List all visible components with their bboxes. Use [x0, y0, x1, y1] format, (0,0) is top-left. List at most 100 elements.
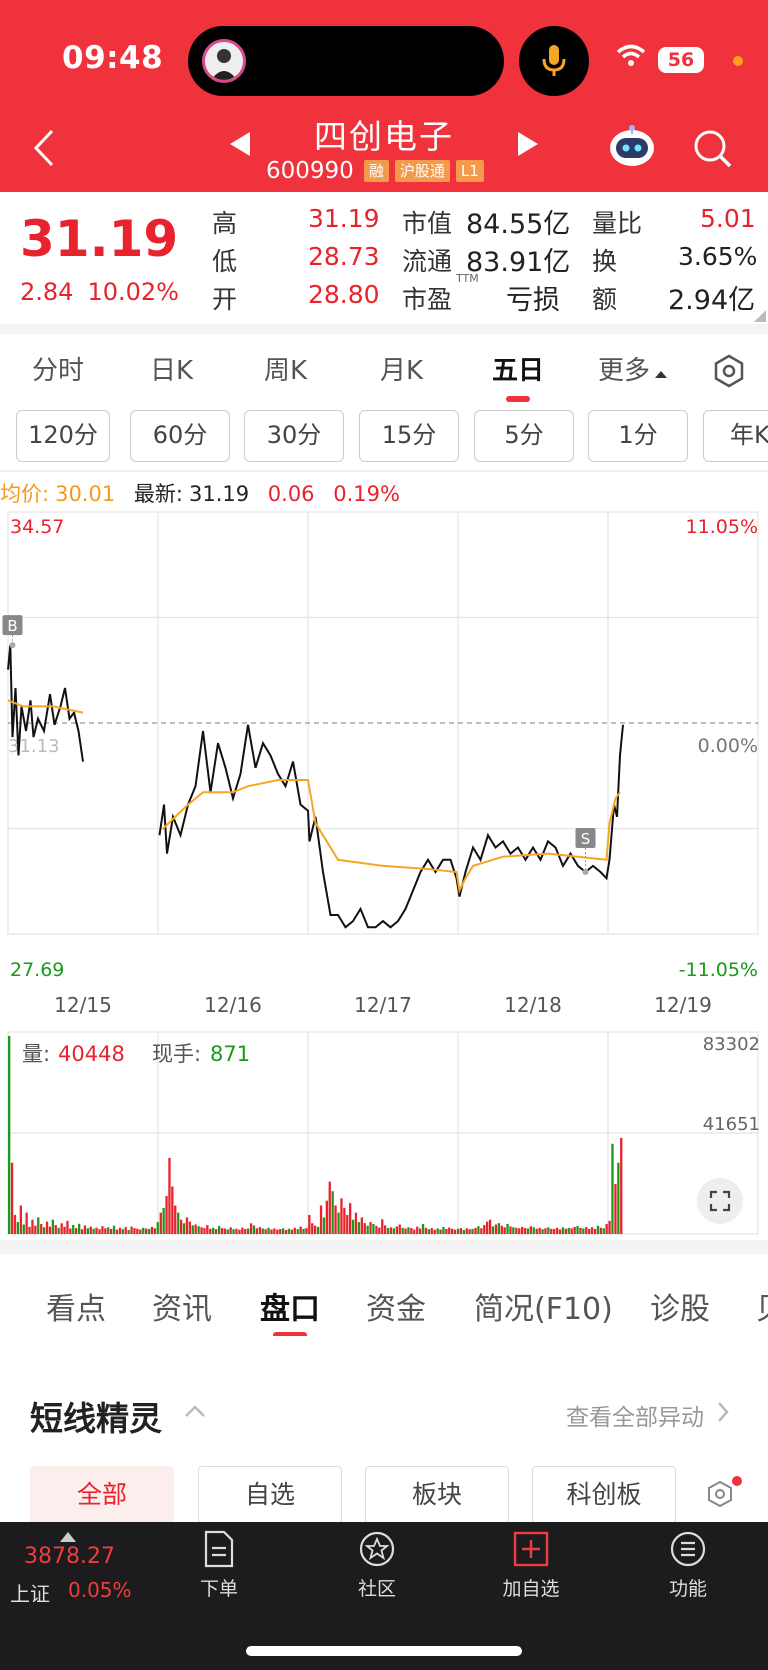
volume-bar: [523, 1228, 527, 1234]
menu-icon: [670, 1531, 706, 1567]
tab-1min[interactable]: 1分: [588, 410, 688, 462]
volume-bar: [255, 1228, 258, 1234]
tab-60min[interactable]: 60分: [130, 410, 230, 462]
volume-bar: [112, 1225, 116, 1234]
see-all-link[interactable]: 查看全部异动: [566, 1398, 704, 1432]
index-value[interactable]: 3878.27: [24, 1544, 115, 1569]
tab-five-day[interactable]: 五日: [492, 350, 544, 387]
volume-bar: [258, 1227, 261, 1234]
tab-order-book[interactable]: 盘口: [260, 1284, 320, 1328]
filter-watchlist[interactable]: 自选: [198, 1466, 342, 1522]
volume-bar: [386, 1228, 390, 1234]
filter-all[interactable]: 全部: [30, 1466, 174, 1522]
nav-add-watchlist[interactable]: 加自选: [486, 1530, 576, 1601]
tab-yearly-k[interactable]: 年K: [703, 410, 768, 462]
volume-bar: [121, 1229, 124, 1234]
volume-bar: [360, 1217, 363, 1234]
nav-functions[interactable]: 功能: [643, 1530, 733, 1601]
five-day-price-chart[interactable]: 34.57 27.69 11.05% -11.05% 0.00% 31.13 1…: [0, 508, 768, 1028]
volume-bar: [145, 1228, 148, 1234]
volume-bar: [185, 1217, 189, 1234]
volume-bar: [561, 1227, 565, 1234]
avatar[interactable]: [202, 39, 246, 83]
tab-15min[interactable]: 15分: [359, 410, 459, 462]
volume-bar: [343, 1207, 346, 1234]
x-tick-label: 12/15: [54, 993, 112, 1017]
volume-bar: [532, 1227, 535, 1234]
volume-bar: [150, 1226, 154, 1234]
x-tick-label: 12/16: [204, 993, 262, 1017]
tab-fund-flow[interactable]: 资金: [366, 1284, 426, 1328]
volume-bar: [596, 1225, 600, 1234]
filter-star-market[interactable]: 科创板: [532, 1466, 676, 1522]
volume-bar: [453, 1229, 457, 1234]
volume-bar: [247, 1228, 250, 1234]
tab-weekly-k[interactable]: 周K: [264, 350, 307, 387]
caret-up-icon: [655, 371, 668, 378]
mic-button[interactable]: [519, 26, 589, 96]
tab-highlights[interactable]: 看点: [46, 1284, 106, 1328]
volume-bar: [206, 1225, 209, 1234]
nav-add-watchlist-label: 加自选: [502, 1578, 560, 1600]
tab-daily-k[interactable]: 日K: [150, 350, 193, 387]
tab-profile[interactable]: 简况(F10): [474, 1284, 613, 1328]
mic-icon: [542, 45, 566, 76]
fullscreen-button[interactable]: [697, 1178, 743, 1224]
volume-bar: [576, 1225, 579, 1234]
volume-bar: [331, 1191, 334, 1234]
tab-120min[interactable]: 120分: [16, 410, 110, 462]
volume-bar: [40, 1224, 43, 1234]
chevron-up-icon[interactable]: [184, 1404, 206, 1418]
volume-chart[interactable]: 量: 40448 现手: 871 83302 41651: [0, 1028, 768, 1238]
volume-bar: [270, 1229, 273, 1234]
volume-bar: [550, 1228, 553, 1234]
amount-label: 额: [592, 285, 618, 314]
volume-bar: [468, 1229, 471, 1234]
volume-bar: [226, 1229, 229, 1234]
volume-bar: [217, 1225, 221, 1234]
volume-bar: [214, 1229, 218, 1234]
volume-bar: [92, 1228, 95, 1234]
tab-overflow[interactable]: 贝: [756, 1284, 768, 1328]
volume-bar: [588, 1228, 591, 1234]
volume-bar: [512, 1227, 515, 1234]
volume-bar: [506, 1224, 509, 1234]
volume-bar: [544, 1228, 547, 1234]
volume-bar: [267, 1227, 270, 1234]
volume-bar: [249, 1223, 253, 1234]
stock-code: 600990: [266, 158, 354, 184]
volume-bar: [494, 1224, 498, 1234]
filter-settings-icon[interactable]: [706, 1480, 734, 1508]
robot-assistant-icon[interactable]: [606, 124, 658, 168]
tab-intraday[interactable]: 分时: [32, 350, 84, 387]
volume-bar: [194, 1224, 197, 1234]
volume-bar: [354, 1212, 358, 1234]
tab-30min[interactable]: 30分: [244, 410, 344, 462]
volume-bar: [389, 1227, 393, 1234]
volume-bar: [63, 1226, 66, 1234]
volume-bar: [384, 1225, 387, 1234]
volume-bar: [357, 1222, 361, 1234]
nav-order[interactable]: 下单: [174, 1530, 264, 1601]
filter-sector[interactable]: 板块: [365, 1466, 509, 1522]
volume-bar: [290, 1229, 293, 1234]
volume-bar: [419, 1228, 422, 1234]
settings-hex-icon[interactable]: [712, 354, 746, 388]
volume-bar: [86, 1228, 89, 1234]
nav-community[interactable]: 社区: [332, 1530, 422, 1601]
tab-more[interactable]: 更多: [598, 350, 668, 387]
volume-bar: [503, 1227, 506, 1234]
chevron-right-icon[interactable]: [716, 1400, 730, 1424]
volume-bar: [538, 1227, 541, 1234]
tab-diagnosis[interactable]: 诊股: [650, 1284, 710, 1328]
search-icon[interactable]: [692, 128, 734, 170]
tab-news[interactable]: 资讯: [152, 1284, 212, 1328]
volume-bar: [159, 1212, 162, 1234]
filter-tabs: 全部 自选 板块 科创板: [0, 1466, 768, 1522]
expand-corner-icon[interactable]: [754, 310, 766, 322]
battery-indicator: 56: [658, 47, 704, 73]
status-time: 09:48: [62, 40, 164, 76]
change-pct: 10.02%: [87, 278, 179, 306]
tab-monthly-k[interactable]: 月K: [380, 350, 423, 387]
tab-5min[interactable]: 5分: [474, 410, 574, 462]
